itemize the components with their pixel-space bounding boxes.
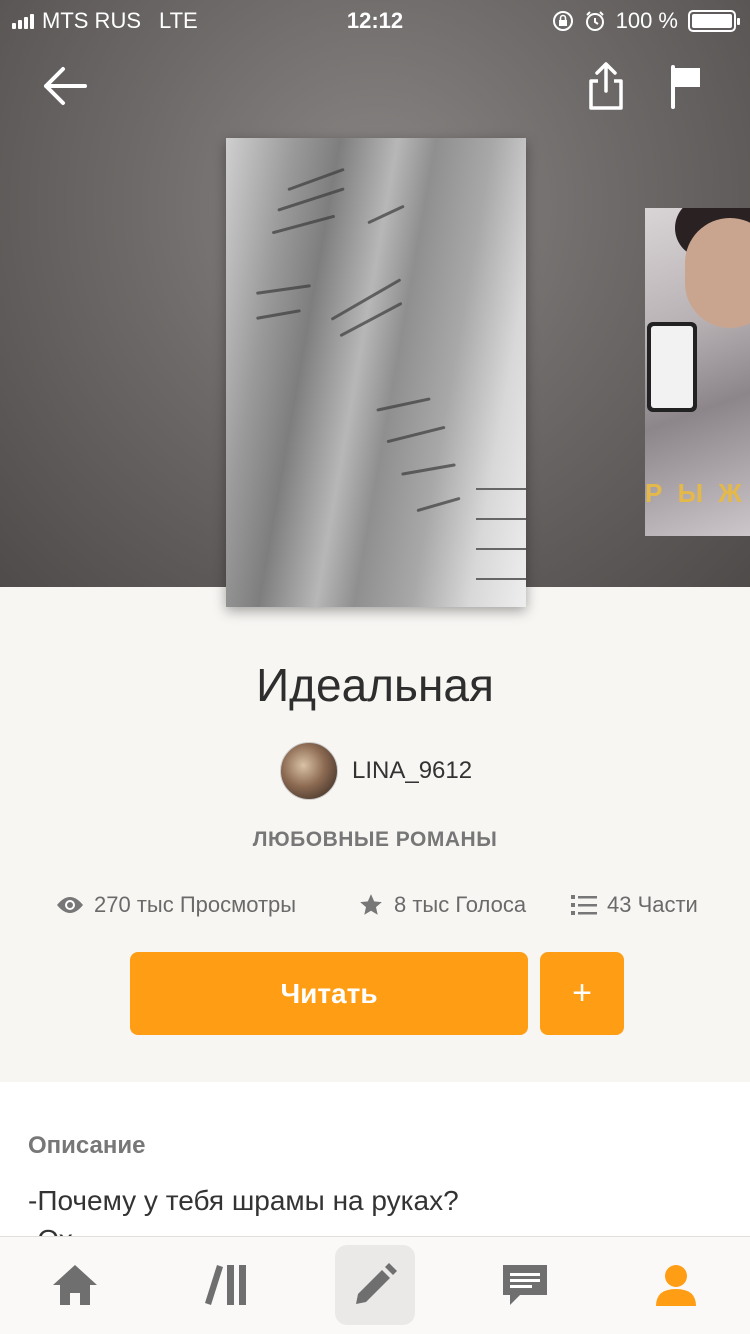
read-button[interactable]: Читать [130,952,528,1035]
next-story-cover[interactable]: Р Ы Ж [645,208,750,536]
status-right: 100 % [552,8,740,34]
description-heading: Описание [28,1132,146,1159]
write-icon [356,1263,397,1304]
story-title: Идеальная [256,659,494,711]
stat-parts[interactable]: 43 Части [571,888,698,922]
back-arrow-icon [44,67,87,105]
back-button[interactable] [34,56,94,116]
author-link[interactable]: LINA_9612 [280,742,472,800]
alarm-icon [585,11,604,31]
next-cover-text: Р Ы Ж [645,478,746,508]
status-bar: MTS RUS LTE 12:12 100 % [0,0,750,40]
library-icon [205,1265,246,1305]
add-to-library-button[interactable]: + [540,952,624,1035]
cover-face-shape [685,218,750,328]
story-stats: 270 тыс Просмотры 8 тыс Голоса 43 Части [0,888,750,922]
battery-icon [688,10,740,32]
battery-label: 100 % [615,8,678,33]
story-genre[interactable]: ЛЮБОВНЫЕ РОМАНЫ [0,828,750,852]
stat-votes: 8 тыс Голоса [358,888,526,922]
report-button[interactable] [656,56,716,116]
tab-profile[interactable] [636,1245,716,1325]
cover-phone-shape [647,322,697,412]
stat-views-label: 270 тыс Просмотры [94,892,297,917]
rotation-lock-icon [552,11,573,31]
story-cover[interactable] [226,138,526,607]
star-icon [360,894,382,915]
profile-icon [656,1265,696,1306]
share-button[interactable] [576,56,636,116]
tab-home[interactable] [35,1245,115,1325]
author-avatar[interactable] [280,742,338,800]
stat-views: 270 тыс Просмотры [56,888,296,922]
flag-icon [671,65,700,109]
stat-votes-label: 8 тыс Голоса [394,892,527,917]
stat-parts-label[interactable]: 43 Части [607,892,698,918]
share-icon [589,62,623,110]
description-line-1: -Почему у тебя шрамы на руках? [28,1185,459,1216]
inbox-icon [503,1265,547,1305]
list-icon [571,895,597,915]
tab-inbox[interactable] [485,1245,565,1325]
tab-library[interactable] [186,1245,266,1325]
tab-write[interactable] [335,1245,415,1325]
home-icon [53,1265,97,1305]
description-card [0,1082,750,1262]
author-name[interactable]: LINA_9612 [352,757,472,785]
eye-icon [57,897,83,913]
bottom-tab-bar [0,1236,750,1334]
